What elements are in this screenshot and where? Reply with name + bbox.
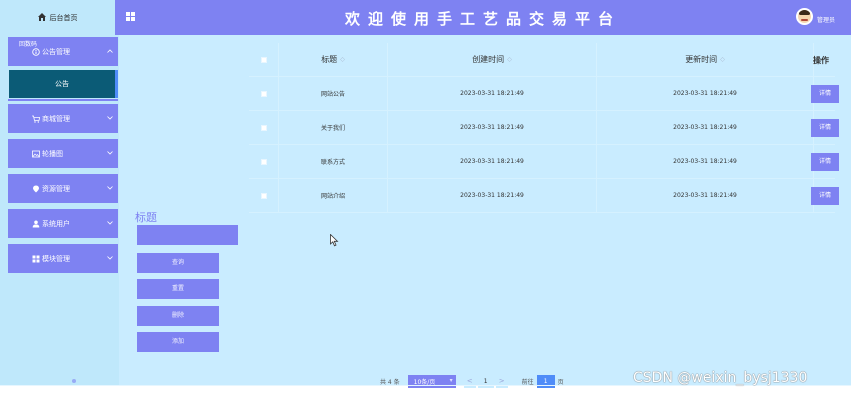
title-search-input[interactable]	[137, 225, 238, 245]
sidebar: 回数码 公告管理 公告 商城管理 轮播图 资源管理 系统用户 模块管理	[0, 35, 119, 385]
table-row: 联系方式 2023-03-31 18:21:49 2023-03-31 18:2…	[249, 145, 835, 179]
top-bar: 后台首页 欢迎使用手工艺品交易平台 管理员	[0, 0, 851, 35]
row-created: 2023-03-31 18:21:49	[388, 179, 597, 213]
row-checkbox-cell[interactable]	[249, 145, 279, 179]
sidebar-item-label: 商城管理	[42, 115, 70, 123]
detail-button[interactable]: 详情	[811, 85, 839, 103]
row-checkbox-cell[interactable]	[249, 77, 279, 111]
header: 欢迎使用手工艺品交易平台 管理员	[115, 0, 851, 35]
row-checkbox-cell[interactable]	[249, 111, 279, 145]
row-created: 2023-03-31 18:21:49	[388, 111, 597, 145]
chevron-down-icon	[107, 219, 113, 227]
row-title: 网站介绍	[279, 179, 388, 213]
row-title: 关于我们	[279, 111, 388, 145]
sidebar-item-carousel[interactable]: 轮播图	[8, 139, 118, 168]
notice-table: 标题 ◇ 创建时间 ◇ 更新时间 ◇ 操作 网站公告 2023-03-31 18:21…	[249, 43, 839, 213]
row-title: 联系方式	[279, 145, 388, 179]
sidebar-item-notice-management[interactable]: 回数码 公告管理	[8, 37, 118, 66]
query-button[interactable]: 查询	[137, 253, 219, 273]
sidebar-item-module-management[interactable]: 模块管理	[8, 244, 118, 273]
add-button[interactable]: 添加	[137, 332, 219, 352]
sidebar-item-label: 公告管理	[42, 48, 70, 56]
row-updated: 2023-03-31 18:21:49	[597, 145, 814, 179]
cart-icon	[31, 114, 40, 123]
sidebar-item-label: 资源管理	[42, 185, 70, 193]
info-circle-icon	[31, 47, 40, 56]
detail-button[interactable]: 详情	[811, 187, 839, 205]
home-icon	[37, 12, 46, 23]
row-checkbox[interactable]	[260, 90, 267, 97]
header-created[interactable]: 创建时间 ◇	[388, 43, 597, 77]
sort-icon[interactable]: ◇	[720, 56, 725, 63]
header-updated[interactable]: 更新时间 ◇	[597, 43, 814, 77]
site-title: 欢迎使用手工艺品交易平台	[344, 10, 621, 28]
sort-icon[interactable]: ◇	[340, 56, 345, 63]
admin-name[interactable]: 管理员	[817, 15, 835, 24]
row-checkbox[interactable]	[260, 124, 267, 131]
select-all-checkbox[interactable]	[260, 56, 267, 63]
sidebar-item-resource-management[interactable]: 资源管理	[8, 174, 118, 203]
sidebar-subitem-notice[interactable]: 公告	[9, 70, 118, 98]
scroll-indicator	[72, 379, 76, 383]
home-label: 后台首页	[49, 13, 78, 22]
table-header: 标题 ◇ 创建时间 ◇ 更新时间 ◇	[249, 43, 835, 77]
sort-icon[interactable]: ◇	[507, 56, 512, 63]
chevron-down-icon	[107, 114, 113, 122]
row-updated: 2023-03-31 18:21:49	[597, 179, 814, 213]
header-operation: 操作	[813, 55, 829, 65]
sidebar-item-label: 模块管理	[42, 255, 70, 263]
chevron-down-icon	[107, 149, 113, 157]
row-checkbox[interactable]	[260, 192, 267, 199]
table-row: 关于我们 2023-03-31 18:21:49 2023-03-31 18:2…	[249, 111, 835, 145]
row-checkbox[interactable]	[260, 158, 267, 165]
divider	[8, 99, 118, 101]
location-pin-icon	[31, 184, 40, 193]
header-checkbox-cell[interactable]	[249, 43, 279, 77]
row-updated: 2023-03-31 18:21:49	[597, 111, 814, 145]
row-checkbox-cell[interactable]	[249, 179, 279, 213]
row-updated: 2023-03-31 18:21:49	[597, 77, 814, 111]
table-row: 网站公告 2023-03-31 18:21:49 2023-03-31 18:2…	[249, 77, 835, 111]
sidebar-item-system-users[interactable]: 系统用户	[8, 209, 118, 238]
sidebar-item-label: 轮播图	[42, 150, 63, 158]
search-label: 标题	[135, 211, 157, 224]
detail-button[interactable]: 详情	[811, 153, 839, 171]
row-title: 网站公告	[279, 77, 388, 111]
chevron-down-icon: ▾	[449, 376, 453, 384]
row-created: 2023-03-31 18:21:49	[388, 77, 597, 111]
table-row: 网站介绍 2023-03-31 18:21:49 2023-03-31 18:2…	[249, 179, 835, 213]
header-title-label: 标题	[321, 55, 338, 64]
detail-button[interactable]: 详情	[811, 119, 839, 137]
chevron-down-icon	[107, 184, 113, 192]
header-updated-label: 更新时间	[685, 55, 718, 64]
grid-icon	[31, 254, 40, 263]
avatar[interactable]	[796, 8, 813, 25]
header-title[interactable]: 标题 ◇	[279, 43, 388, 77]
watermark: CSDN @weixin_bysj1330	[633, 370, 808, 386]
reset-button[interactable]: 重置	[137, 279, 219, 299]
delete-button[interactable]: 删除	[137, 306, 219, 326]
window-dot-icon	[846, 4, 850, 8]
header-created-label: 创建时间	[472, 55, 505, 64]
main-content: 标题 查询 重置 删除 添加 标题 ◇ 创建时间 ◇ 更新时间 ◇ 操作 网站公告 2…	[119, 35, 851, 385]
home-link[interactable]: 后台首页	[0, 0, 115, 35]
user-icon	[31, 219, 40, 228]
sidebar-item-label: 系统用户	[42, 220, 70, 228]
chevron-down-icon	[107, 254, 113, 262]
sidebar-item-mall-management[interactable]: 商城管理	[8, 104, 118, 133]
row-created: 2023-03-31 18:21:49	[388, 145, 597, 179]
picture-icon	[31, 149, 40, 158]
chevron-up-icon	[107, 47, 113, 55]
